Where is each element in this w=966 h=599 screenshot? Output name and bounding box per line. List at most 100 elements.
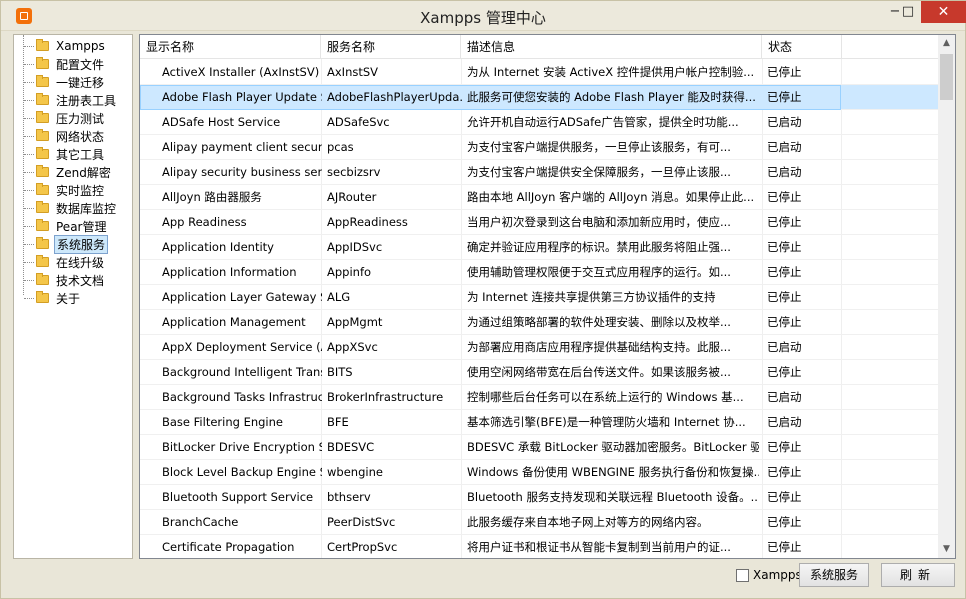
table-row[interactable]: Alipay security business service secbizsr… — [140, 160, 940, 185]
cell-service-name: CertPropSvc — [327, 540, 398, 554]
tree-item[interactable]: 实时监控 — [14, 181, 132, 199]
table-row[interactable]: AllJoyn 路由器服务 AJRouter 路由本地 AllJoyn 客户端的 A… — [140, 185, 940, 210]
tree-item[interactable]: 数据库监控 — [14, 199, 132, 217]
cell-description: 基本筛选引擎(BFE)是一种管理防火墙和 Internet 协... — [467, 415, 746, 429]
table-row[interactable]: ADSafe Host Service ADSafeSvc 允许开机自动运行ADSa… — [140, 110, 940, 135]
table-row[interactable]: Application Layer Gateway S... ALG 为 Inter… — [140, 285, 940, 310]
cell-service-name: pcas — [327, 140, 354, 154]
cell-display-name: Bluetooth Support Service — [162, 490, 314, 504]
xampps-checkbox[interactable]: Xampps — [736, 568, 802, 582]
table-row[interactable]: Background Tasks Infrastruct... BrokerInf… — [140, 385, 940, 410]
tree-item-label: Xampps — [56, 39, 105, 53]
tree-item-label: 其它工具 — [56, 147, 105, 162]
table-header: 显示名称 服务名称 描述信息 状态 — [140, 35, 940, 59]
table-row[interactable]: Block Level Backup Engine Se... wbengine W… — [140, 460, 940, 485]
refresh-button[interactable]: 刷新 — [881, 563, 955, 587]
cell-display-name: Background Intelligent Transf... — [162, 365, 322, 379]
tree-item-label: 压力测试 — [56, 111, 105, 126]
cell-status: 已停止 — [767, 190, 802, 204]
cell-status: 已启动 — [767, 140, 802, 154]
column-header-status[interactable]: 状态 — [762, 35, 842, 59]
cell-display-name: BranchCache — [162, 515, 239, 529]
table-row[interactable]: Background Intelligent Transf... BITS 使用空闲… — [140, 360, 940, 385]
tree-item[interactable]: 配置文件 — [14, 55, 132, 73]
table-row[interactable]: Bluetooth Support Service bthserv Bluetoot… — [140, 485, 940, 510]
column-header-service-name[interactable]: 服务名称 — [321, 35, 461, 59]
scroll-thumb[interactable] — [940, 54, 953, 100]
tree-item[interactable]: 关于 — [14, 289, 132, 307]
tree-item[interactable]: 压力测试 — [14, 109, 132, 127]
cell-display-name: Background Tasks Infrastruct... — [162, 390, 322, 404]
table-row[interactable]: AppX Deployment Service (A... AppXSvc 为部署应… — [140, 335, 940, 360]
tree-item[interactable]: 一键迁移 — [14, 73, 132, 91]
tree-item[interactable]: Pear管理 — [14, 217, 132, 235]
column-header-description[interactable]: 描述信息 — [461, 35, 762, 59]
table-row[interactable]: BranchCache PeerDistSvc 此服务缓存来自本地子网上对等方的网络… — [140, 510, 940, 535]
title-bar[interactable]: Xampps 管理中心 − □ ✕ — [1, 1, 966, 31]
cell-description: 允许开机自动运行ADSafe广告管家，提供全时功能... — [467, 115, 739, 129]
cell-display-name: ADSafe Host Service — [162, 115, 281, 129]
tree-item[interactable]: Zend解密 — [14, 163, 132, 181]
cell-description: 为部署应用商店应用程序提供基础结构支持。此服... — [467, 340, 731, 354]
system-services-button[interactable]: 系统服务 — [799, 563, 869, 587]
tree-branch-line — [24, 189, 34, 191]
table-row[interactable]: Application Information Appinfo 使用辅助管理权限便于… — [140, 260, 940, 285]
column-header-display-name[interactable]: 显示名称 — [140, 35, 321, 59]
tree-item-label: 技术文档 — [56, 273, 105, 288]
cell-display-name: Application Information — [162, 265, 297, 279]
table-row[interactable]: Application Management AppMgmt 为通过组策略部署的软件… — [140, 310, 940, 335]
cell-status: 已停止 — [767, 290, 802, 304]
main-window: Xampps 管理中心 − □ ✕ Xampps 配置文件一键迁移 注册表工具压力测… — [0, 0, 966, 599]
cell-status: 已停止 — [767, 315, 802, 329]
cell-display-name: Application Identity — [162, 240, 274, 254]
tree-item[interactable]: 其它工具 — [14, 145, 132, 163]
table-row[interactable]: ActiveX Installer (AxInstSV) AxInstSV 为从 I… — [140, 60, 940, 85]
tree-item-label: 关于 — [56, 291, 81, 306]
folder-icon — [36, 75, 49, 87]
cell-display-name: AllJoyn 路由器服务 — [162, 190, 262, 204]
table-row[interactable]: Alipay payment client securit... pcas 为支付宝… — [140, 135, 940, 160]
cell-description: 将用户证书和根证书从智能卡复制到当前用户的证... — [467, 540, 731, 554]
table-row[interactable]: App Readiness AppReadiness 当用户初次登录到这台电脑和添加… — [140, 210, 940, 235]
table-row[interactable]: Adobe Flash Player Update S... AdobeFlash… — [140, 85, 940, 110]
cell-status: 已停止 — [767, 465, 802, 479]
cell-status: 已停止 — [767, 215, 802, 229]
tree-item-label: 数据库监控 — [56, 201, 117, 216]
close-button[interactable]: ✕ — [921, 1, 966, 23]
tree-item[interactable]: 技术文档 — [14, 271, 132, 289]
cell-status: 已停止 — [767, 540, 802, 554]
folder-icon — [36, 183, 49, 195]
table-row[interactable]: BitLocker Drive Encryption Se... BDESVC BD… — [140, 435, 940, 460]
tree-item[interactable]: 网络状态 — [14, 127, 132, 145]
cell-display-name: Alipay payment client securit... — [162, 140, 322, 154]
cell-service-name: PeerDistSvc — [327, 515, 396, 529]
cell-status: 已停止 — [767, 240, 802, 254]
vertical-scrollbar[interactable]: ▲ ▼ — [938, 35, 955, 558]
cell-service-name: Appinfo — [327, 265, 372, 279]
tree-branch-line — [24, 45, 34, 47]
tree-item[interactable]: Xampps — [14, 37, 132, 55]
tree-item-label: 系统服务 — [54, 234, 109, 254]
cell-description: 为 Internet 连接共享提供第三方协议插件的支持 — [467, 290, 716, 304]
cell-description: Windows 备份使用 WBENGINE 服务执行备份和恢复操... — [467, 465, 759, 479]
folder-icon — [36, 219, 49, 231]
tree-item-label: 一键迁移 — [56, 75, 105, 90]
cell-service-name: bthserv — [327, 490, 371, 504]
tree-branch-line — [24, 279, 34, 281]
folder-icon — [36, 273, 49, 285]
maximize-button[interactable]: □ — [894, 1, 922, 23]
tree-item[interactable]: 在线升级 — [14, 253, 132, 271]
tree-item[interactable]: 系统服务 — [14, 234, 132, 254]
table-row[interactable]: Base Filtering Engine BFE 基本筛选引擎(BFE)是一种管理… — [140, 410, 940, 435]
tree-branch-line — [24, 225, 34, 227]
scroll-down-arrow-icon[interactable]: ▼ — [938, 541, 955, 558]
table-row[interactable]: Certificate Propagation CertPropSvc 将用户证书和… — [140, 535, 940, 558]
cell-description: 为支付宝客户端提供服务，一旦停止该服务，有可... — [467, 140, 731, 154]
table-row[interactable]: Application Identity AppIDSvc 确定并验证应用程序的标识… — [140, 235, 940, 260]
folder-icon — [36, 291, 49, 303]
cell-display-name: Application Management — [162, 315, 306, 329]
checkbox-box[interactable] — [736, 568, 749, 582]
scroll-up-arrow-icon[interactable]: ▲ — [938, 35, 955, 52]
tree-item[interactable]: 注册表工具 — [14, 91, 132, 109]
folder-icon — [36, 111, 49, 123]
